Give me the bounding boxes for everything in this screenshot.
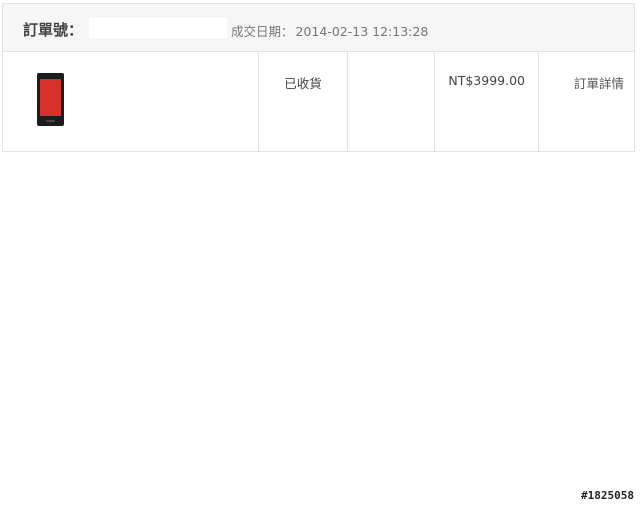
price-cell: NT$3999.00 (434, 52, 538, 152)
product-cell (3, 52, 258, 152)
order-price: NT$3999.00 (448, 73, 525, 88)
order-card: 訂單號： 成交日期： 2014-02-13 12:13:28 已收貨 NT$399… (2, 3, 635, 152)
order-date: 成交日期： 2014-02-13 12:13:28 (231, 21, 428, 40)
order-header: 訂單號： 成交日期： 2014-02-13 12:13:28 (3, 4, 634, 52)
phone-button (46, 120, 55, 122)
order-date-value: 2014-02-13 12:13:28 (295, 24, 429, 39)
order-detail-link[interactable]: 訂單詳情 (574, 73, 624, 92)
phone-product-image[interactable] (37, 73, 64, 126)
order-date-label: 成交日期： (231, 24, 294, 39)
order-item-row: 已收貨 NT$3999.00 訂單詳情 (3, 52, 634, 152)
empty-cell (347, 52, 434, 152)
watermark: #1825058 (581, 489, 634, 502)
status-cell: 已收貨 (258, 52, 347, 152)
action-cell: 訂單詳情 (538, 52, 634, 152)
order-page: 訂單號： 成交日期： 2014-02-13 12:13:28 已收貨 NT$399… (0, 0, 640, 506)
order-status: 已收貨 (284, 76, 322, 91)
phone-screen (40, 79, 61, 116)
order-number-value-redacted (89, 18, 227, 38)
order-number-label: 訂單號： (23, 21, 84, 39)
